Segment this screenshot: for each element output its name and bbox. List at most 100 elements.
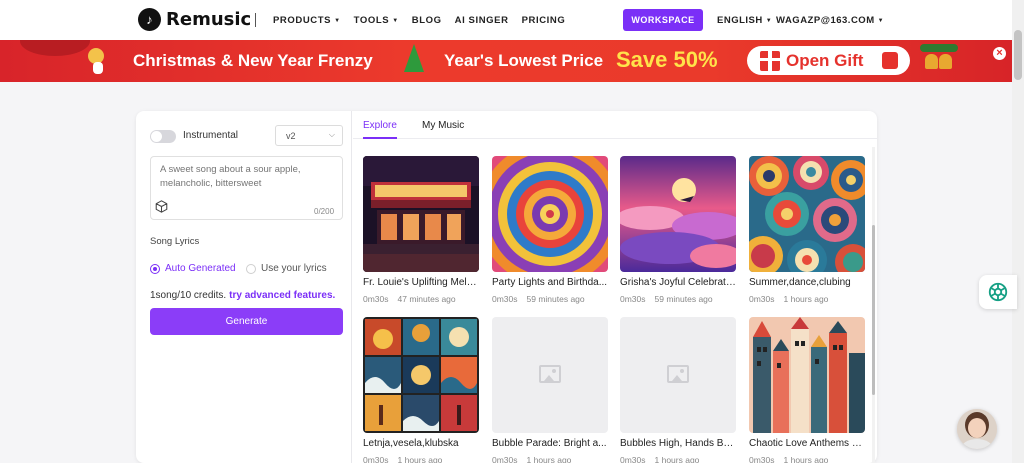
track-duration: 0m30s xyxy=(749,455,775,463)
main-nav: PRODUCTS ▼ TOOLS ▼ BLOG AI SINGER PRICING xyxy=(273,0,565,40)
radio-auto-label: Auto Generated xyxy=(165,263,236,274)
track-time: 59 minutes ago xyxy=(654,294,713,304)
chevron-down-icon: ▼ xyxy=(877,18,885,24)
nav-pricing[interactable]: PRICING xyxy=(522,15,566,26)
model-version-value: v2 xyxy=(286,130,296,141)
radio-unselected-icon xyxy=(246,263,256,274)
promo-banner[interactable]: Christmas & New Year Frenzy Year's Lowes… xyxy=(0,40,1012,82)
banner-discount: Save 50% xyxy=(616,47,718,72)
nav-blog[interactable]: BLOG xyxy=(412,15,442,26)
active-tab-indicator xyxy=(363,137,397,139)
language-selector[interactable]: ENGLISH ▼ xyxy=(717,15,772,26)
advanced-features-link[interactable]: try advanced features. xyxy=(229,290,335,301)
user-avatar-icon xyxy=(957,409,997,449)
radio-auto-generated[interactable]: Auto Generated xyxy=(150,263,236,274)
track-title: Fr. Louie's Uplifting Melo... xyxy=(363,277,479,288)
track-duration: 0m30s xyxy=(620,294,646,304)
track-meta: 0m30s 47 minutes ago xyxy=(363,294,479,304)
open-gift-label: Open Gift xyxy=(786,50,864,70)
workspace-button[interactable]: WORKSPACE xyxy=(623,9,703,31)
gift-icon xyxy=(760,50,780,71)
logo-text: Remusic xyxy=(166,9,252,30)
track-duration: 0m30s xyxy=(363,455,389,463)
track-cover-art xyxy=(620,156,736,272)
account-email: WAGAZP@163.COM xyxy=(776,15,875,26)
track-time: 1 hours ago xyxy=(397,455,443,463)
credits-text: 1song/10 credits. xyxy=(150,290,227,301)
banner-headline: Christmas & New Year Frenzy xyxy=(133,51,373,70)
close-icon[interactable]: × xyxy=(993,47,1006,60)
track-time: 1 hours ago xyxy=(783,455,829,463)
track-meta: 0m30s 1 hours ago xyxy=(749,294,865,304)
generate-button[interactable]: Generate xyxy=(150,308,343,335)
banner-subheadline: Year's Lowest Price xyxy=(444,51,604,70)
gift-box-icon xyxy=(93,62,103,74)
toggle-knob xyxy=(151,131,162,142)
chevron-down-icon: ▼ xyxy=(392,17,399,24)
track-card[interactable]: Bubbles High, Hands Bri... 0m30s 1 hours … xyxy=(620,317,736,463)
track-card[interactable]: Chaotic Love Anthems U... 0m30s 1 hours a… xyxy=(749,317,865,463)
nav-divider xyxy=(255,13,256,27)
track-duration: 0m30s xyxy=(749,294,775,304)
track-cover-art xyxy=(749,317,865,433)
nav-ai-singer[interactable]: AI SINGER xyxy=(455,15,509,26)
track-duration: 0m30s xyxy=(492,294,518,304)
track-cover-placeholder xyxy=(492,317,608,433)
track-duration: 0m30s xyxy=(363,294,389,304)
track-time: 47 minutes ago xyxy=(397,294,456,304)
track-meta: 0m30s 1 hours ago xyxy=(749,455,865,463)
gallery-scrollbar-thumb[interactable] xyxy=(872,225,875,395)
open-gift-button[interactable]: Open Gift xyxy=(747,46,910,75)
track-card[interactable]: Summer,dance,clubing 0m30s 1 hours ago xyxy=(749,156,865,304)
cube-icon[interactable] xyxy=(155,200,168,213)
track-card[interactable]: Bubble Parade: Bright a... 0m30s 1 hours … xyxy=(492,317,608,463)
track-meta: 0m30s 59 minutes ago xyxy=(492,294,608,304)
logo[interactable]: ♪ Remusic xyxy=(138,8,251,31)
track-title: Grisha's Joyful Celebrati... xyxy=(620,277,736,288)
support-avatar[interactable] xyxy=(957,409,997,449)
track-meta: 0m30s 59 minutes ago xyxy=(620,294,736,304)
track-time: 1 hours ago xyxy=(654,455,700,463)
account-menu[interactable]: WAGAZP@163.COM ▼ xyxy=(776,15,884,26)
instrumental-toggle[interactable] xyxy=(150,130,176,143)
radio-use-your-lyrics[interactable]: Use your lyrics xyxy=(246,263,327,274)
song-lyrics-label: Song Lyrics xyxy=(150,236,200,247)
tab-explore[interactable]: Explore xyxy=(363,120,397,131)
track-card[interactable]: Fr. Louie's Uplifting Melo... 0m30s 47 mi… xyxy=(363,156,479,304)
page-scrollbar[interactable] xyxy=(1012,0,1024,463)
nav-tools[interactable]: TOOLS ▼ xyxy=(354,15,399,26)
track-card[interactable]: Grisha's Joyful Celebrati... 0m30s 59 min… xyxy=(620,156,736,304)
language-label: ENGLISH xyxy=(717,15,763,26)
track-cover-placeholder xyxy=(620,317,736,433)
track-meta: 0m30s 1 hours ago xyxy=(620,455,736,463)
banner-decoration xyxy=(20,40,90,56)
ai-assistant-widget[interactable] xyxy=(979,275,1017,309)
radio-selected-icon xyxy=(150,263,160,274)
nav-tools-label: TOOLS xyxy=(353,14,390,26)
gallery-scrollbar[interactable] xyxy=(872,147,875,463)
track-title: Bubbles High, Hands Bri... xyxy=(620,438,736,449)
track-cover-art xyxy=(363,317,479,433)
chevron-down-icon: ▼ xyxy=(765,18,773,24)
nav-products[interactable]: PRODUCTS ▼ xyxy=(273,15,341,26)
music-note-icon: ♪ xyxy=(138,8,161,31)
instrumental-label: Instrumental xyxy=(183,130,239,141)
track-cover-art xyxy=(749,156,865,272)
track-cover-art xyxy=(492,156,608,272)
track-title: Chaotic Love Anthems U... xyxy=(749,438,865,449)
track-title: Letnja,vesela,klubska xyxy=(363,438,459,449)
page-scrollbar-thumb[interactable] xyxy=(1014,30,1022,80)
track-duration: 0m30s xyxy=(620,455,646,463)
track-duration: 0m30s xyxy=(492,455,518,463)
top-navbar: ♪ Remusic PRODUCTS ▼ TOOLS ▼ BLOG AI SINGE… xyxy=(0,0,1012,40)
track-card[interactable]: Letnja,vesela,klubska 0m30s 1 hours ago xyxy=(363,317,479,463)
track-title: Party Lights and Birthda... xyxy=(492,277,608,288)
christmas-tree-icon xyxy=(404,44,424,72)
track-cover-art xyxy=(363,156,479,272)
model-version-select[interactable]: v2 ⌵ xyxy=(275,125,343,146)
track-time: 1 hours ago xyxy=(783,294,829,304)
tab-my-music[interactable]: My Music xyxy=(422,120,464,131)
pointer-hand-icon xyxy=(882,52,898,69)
credits-info: 1song/10 credits. try advanced features. xyxy=(150,290,335,301)
track-card[interactable]: Party Lights and Birthda... 0m30s 59 minu… xyxy=(492,156,608,304)
